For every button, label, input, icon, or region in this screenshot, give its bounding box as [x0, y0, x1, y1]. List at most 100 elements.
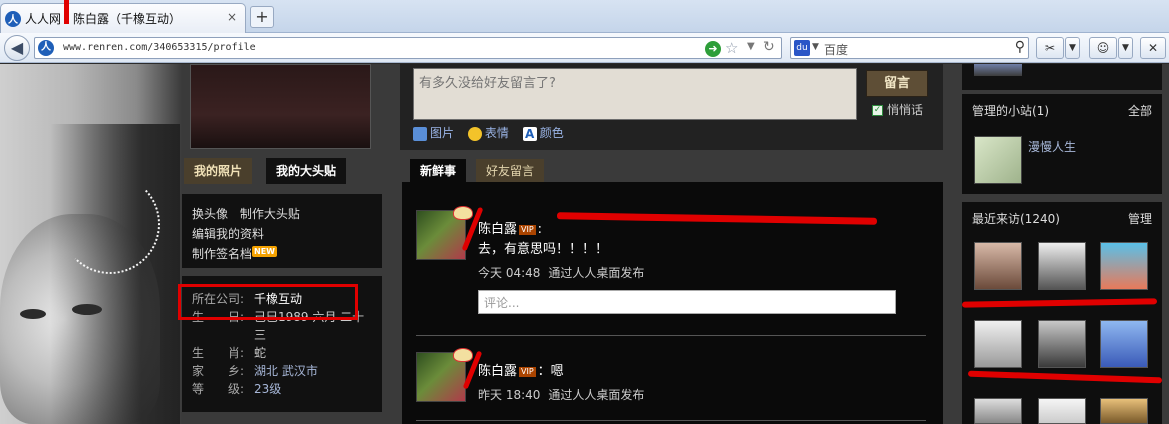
- visitor-avatar[interactable]: [974, 320, 1022, 368]
- tab-my-photos[interactable]: 我的照片: [184, 158, 253, 184]
- go-icon[interactable]: ➜: [705, 41, 721, 57]
- info-zodiac: 蛇: [254, 346, 267, 360]
- feed-tabs: 新鲜事 好友留言: [410, 159, 710, 183]
- screenshot-tool-button[interactable]: ✂: [1036, 37, 1064, 59]
- visitor-avatar[interactable]: [1038, 320, 1086, 368]
- whisper-label: 悄悄话: [887, 103, 924, 117]
- feed-divider: [416, 335, 926, 336]
- vip-badge: VIP: [519, 224, 536, 235]
- picture-icon: [413, 126, 427, 141]
- friend-thumbnail[interactable]: [974, 64, 1022, 76]
- renren-favicon-icon: 人: [5, 10, 21, 27]
- message-input[interactable]: [413, 68, 857, 120]
- close-tab-icon[interactable]: ×: [225, 10, 239, 24]
- managed-sites-all-link[interactable]: 全部: [1128, 102, 1152, 119]
- leave-message-button[interactable]: 留言: [866, 70, 928, 97]
- recent-visitors-manage-link[interactable]: 管理: [1128, 210, 1152, 227]
- info-key: 等 级:: [192, 382, 245, 396]
- info-key: 家 乡:: [192, 364, 245, 378]
- site-name-link[interactable]: 漫慢人生: [1028, 138, 1076, 155]
- tab-my-stickers[interactable]: 我的大头贴: [266, 158, 347, 184]
- feed-divider: [416, 420, 926, 421]
- browser-nav-bar: ◀ 人 www.renren.com/340653315/profile ➜ ☆…: [0, 33, 1169, 63]
- search-icon[interactable]: ⚲: [1015, 39, 1025, 55]
- back-button[interactable]: ◀: [4, 35, 30, 61]
- site-identity-icon[interactable]: 人: [38, 40, 54, 56]
- info-birthday-cont: 三: [254, 328, 267, 342]
- insert-emoji-button[interactable]: 表情: [467, 124, 509, 141]
- post-author-name[interactable]: 陈白露: [478, 222, 517, 237]
- visitor-avatar[interactable]: [1100, 398, 1148, 424]
- whisper-checkbox[interactable]: ✓ 悄悄话: [872, 101, 923, 118]
- post-author-name[interactable]: 陈白露: [478, 364, 517, 379]
- background-photo: [0, 64, 182, 424]
- mascot-badge-icon: [453, 206, 473, 220]
- browser-tab-bar: 人 人人网 - 陈白露（千橡互动） × +: [0, 0, 1169, 33]
- bookmark-star-icon[interactable]: ☆: [725, 39, 738, 57]
- tools-menu-button[interactable]: ✕: [1140, 37, 1166, 59]
- post-time: 今天 04:48: [478, 266, 541, 280]
- text-color-button[interactable]: A 颜色: [522, 124, 564, 141]
- mascot-badge-icon: [453, 348, 473, 362]
- post-author-avatar[interactable]: [416, 348, 473, 402]
- emoji-icon: [467, 126, 482, 141]
- screenshot-dropdown-icon[interactable]: ▼: [1065, 37, 1080, 59]
- checkbox-checked-icon[interactable]: ✓: [872, 105, 883, 116]
- history-dropdown-icon[interactable]: ▼: [747, 41, 755, 52]
- visitor-avatar[interactable]: [974, 242, 1022, 290]
- tab-title: 人人网 - 陈白露（千橡互动）: [25, 12, 181, 26]
- visitor-avatar[interactable]: [1038, 398, 1086, 424]
- profile-avatar[interactable]: [190, 64, 371, 149]
- info-level[interactable]: 23级: [254, 380, 281, 398]
- engine-dropdown-icon[interactable]: ▼: [812, 42, 819, 52]
- insert-picture-button[interactable]: 图片: [413, 124, 454, 141]
- tool-emoji-label: 表情: [484, 126, 509, 140]
- reload-icon[interactable]: ↻: [763, 39, 775, 55]
- change-avatar-link[interactable]: 换头像: [192, 207, 228, 221]
- message-tools: 图片 表情 A 颜色: [413, 124, 574, 141]
- renren-profile-page: 我的照片 我的大头贴 换头像 制作大头贴 编辑我的资料 制作签名档 NEW 所在公…: [0, 64, 1169, 424]
- vip-badge: VIP: [519, 366, 536, 377]
- addon-dropdown-icon[interactable]: ▼: [1118, 37, 1133, 59]
- search-box[interactable]: du ▼ 百度 ⚲: [790, 37, 1029, 59]
- profile-links: 换头像 制作大头贴 编辑我的资料 制作签名档 NEW: [182, 194, 382, 268]
- info-key: 生 肖:: [192, 346, 245, 360]
- annotation-box: [178, 284, 358, 320]
- tab-friend-messages[interactable]: 好友留言: [476, 159, 545, 183]
- baidu-engine-icon[interactable]: du: [794, 40, 810, 56]
- addon-smiley-button[interactable]: ☺: [1089, 37, 1117, 59]
- browser-tab[interactable]: 人 人人网 - 陈白露（千橡互动） ×: [0, 3, 246, 33]
- new-tab-button[interactable]: +: [250, 6, 274, 28]
- new-badge: NEW: [252, 246, 277, 257]
- tab-news-feed[interactable]: 新鲜事: [410, 159, 467, 183]
- managed-sites-panel: 管理的小站(1) 全部 漫慢人生: [962, 94, 1162, 194]
- bg-pearls: [60, 174, 160, 274]
- make-sticker-link[interactable]: 制作大头贴: [240, 207, 300, 221]
- post-text: 去，有意思吗！！！！: [478, 242, 609, 257]
- right-top-panel: [962, 64, 1162, 90]
- bg-hair: [50, 124, 180, 424]
- post-author-avatar[interactable]: [416, 206, 473, 260]
- search-placeholder[interactable]: 百度: [824, 41, 848, 58]
- tool-color-label: 颜色: [539, 126, 564, 140]
- recent-visitors-title: 最近来访(1240): [972, 212, 1060, 226]
- visitor-avatar[interactable]: [1038, 242, 1086, 290]
- address-bar[interactable]: 人 www.renren.com/340653315/profile ➜ ☆ ▼…: [34, 37, 782, 59]
- tool-picture-label: 图片: [430, 126, 455, 140]
- managed-sites-title: 管理的小站(1): [972, 104, 1049, 118]
- visitor-avatar[interactable]: [974, 398, 1022, 424]
- edit-profile-link[interactable]: 编辑我的资料: [192, 227, 264, 241]
- recent-visitors-panel: 最近来访(1240) 管理: [962, 202, 1162, 424]
- visitor-avatar[interactable]: [1100, 320, 1148, 368]
- message-box: 留言 ✓ 悄悄话 图片 表情 A颜色: [400, 64, 943, 150]
- visitor-avatar[interactable]: [1100, 242, 1148, 290]
- post-source-link[interactable]: 通过人人桌面发布: [548, 266, 644, 280]
- info-hometown[interactable]: 湖北 武汉市: [254, 362, 318, 380]
- post-source-link[interactable]: 通过人人桌面发布: [548, 388, 644, 402]
- address-bar-text[interactable]: www.renren.com/340653315/profile: [63, 42, 256, 53]
- site-thumbnail[interactable]: [974, 136, 1022, 184]
- comment-input[interactable]: 评论...: [478, 290, 896, 314]
- font-color-icon: A: [522, 126, 537, 141]
- photo-tabs: 我的照片 我的大头贴: [184, 158, 382, 186]
- make-signature-link[interactable]: 制作签名档: [192, 247, 252, 261]
